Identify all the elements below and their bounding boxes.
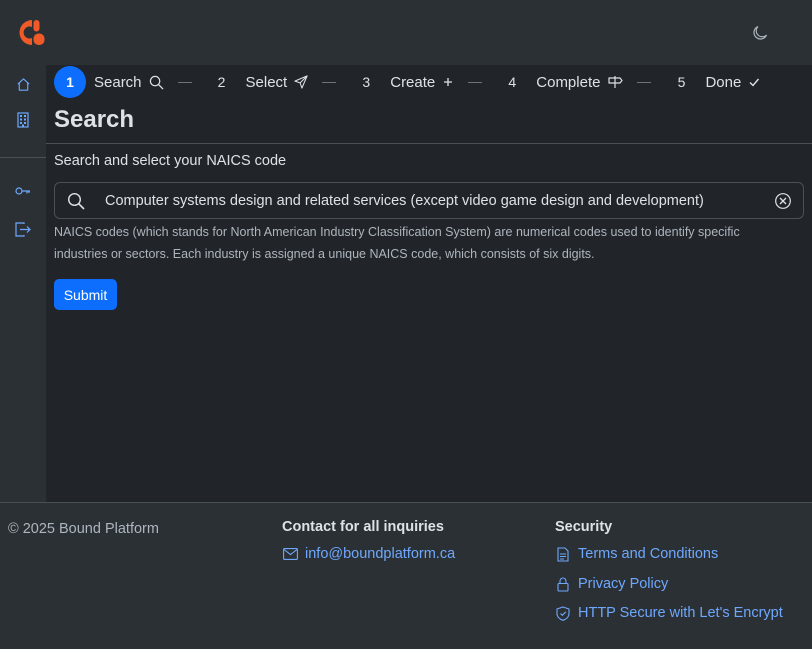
document-icon [555, 546, 571, 562]
step-separator [177, 81, 192, 83]
step-number: 3 [362, 74, 371, 90]
send-icon [294, 75, 308, 89]
sidebar-item-home[interactable] [14, 75, 32, 93]
terms-text: Terms and Conditions [578, 546, 719, 562]
step-separator [322, 81, 337, 83]
step-label: Create [390, 73, 436, 91]
signpost-icon [607, 75, 624, 89]
https-link[interactable]: HTTP Secure with Let's Encrypt [555, 605, 783, 621]
sidebar-item-logout[interactable] [14, 220, 32, 238]
key-icon [15, 187, 30, 195]
step-complete[interactable]: 4 Complete [496, 66, 624, 98]
step-label: Complete [536, 73, 601, 91]
sidebar [0, 65, 46, 502]
progress-stepper: 1 Search 2 Select 3 Create 4 Complete 5 … [46, 65, 812, 99]
page-title: Search [54, 106, 135, 133]
sidebar-item-organization[interactable] [14, 111, 32, 129]
security-heading: Security [555, 519, 613, 535]
lock-icon [555, 576, 571, 592]
title-divider [46, 143, 812, 144]
step-number: 5 [677, 74, 686, 90]
terms-link[interactable]: Terms and Conditions [555, 546, 718, 562]
step-label: Done [705, 73, 742, 91]
sidebar-item-keys[interactable] [14, 182, 32, 200]
shield-check-icon [555, 605, 571, 621]
search-icon [149, 75, 164, 90]
sidebar-divider [0, 157, 46, 158]
moon-icon [753, 25, 768, 40]
naics-search-input[interactable] [105, 183, 765, 218]
step-search[interactable]: 1 Search [54, 66, 164, 98]
logout-icon [15, 221, 31, 237]
clear-icon[interactable] [774, 192, 792, 210]
step-label: Search [94, 73, 142, 91]
contact-email-text: info@boundplatform.ca [305, 546, 456, 562]
step-number: 1 [54, 66, 86, 98]
main-content [46, 65, 812, 502]
step-number: 2 [217, 74, 226, 90]
plus-icon [442, 76, 454, 88]
footer: © 2025 Bound Platform Contact for all in… [0, 502, 812, 649]
contact-heading: Contact for all inquiries [282, 519, 444, 535]
submit-button[interactable]: Submit [54, 279, 117, 310]
step-create[interactable]: 3 Create [350, 66, 454, 98]
top-bar [0, 0, 812, 65]
contact-email-link[interactable]: info@boundplatform.ca [282, 546, 455, 562]
theme-toggle-button[interactable] [749, 22, 771, 44]
https-text: HTTP Secure with Let's Encrypt [578, 605, 783, 621]
check-icon [748, 76, 760, 88]
home-icon [16, 77, 30, 91]
naics-search-box [54, 182, 804, 219]
step-separator [468, 81, 483, 83]
privacy-link[interactable]: Privacy Policy [555, 576, 668, 592]
step-select[interactable]: 2 Select [206, 66, 309, 98]
step-label: Select [245, 73, 288, 91]
envelope-icon [282, 546, 298, 562]
step-number: 4 [508, 74, 517, 90]
bound-logo-icon[interactable] [19, 19, 46, 46]
copyright-text: © 2025 Bound Platform [8, 521, 159, 537]
step-done[interactable]: 5 Done [665, 66, 760, 98]
naics-help-text: NAICS codes (which stands for North Amer… [54, 225, 740, 261]
naics-field-label: Search and select your NAICS code [54, 153, 287, 169]
step-separator [637, 81, 652, 83]
search-icon [67, 192, 85, 210]
privacy-text: Privacy Policy [578, 576, 669, 592]
building-icon [17, 112, 29, 128]
